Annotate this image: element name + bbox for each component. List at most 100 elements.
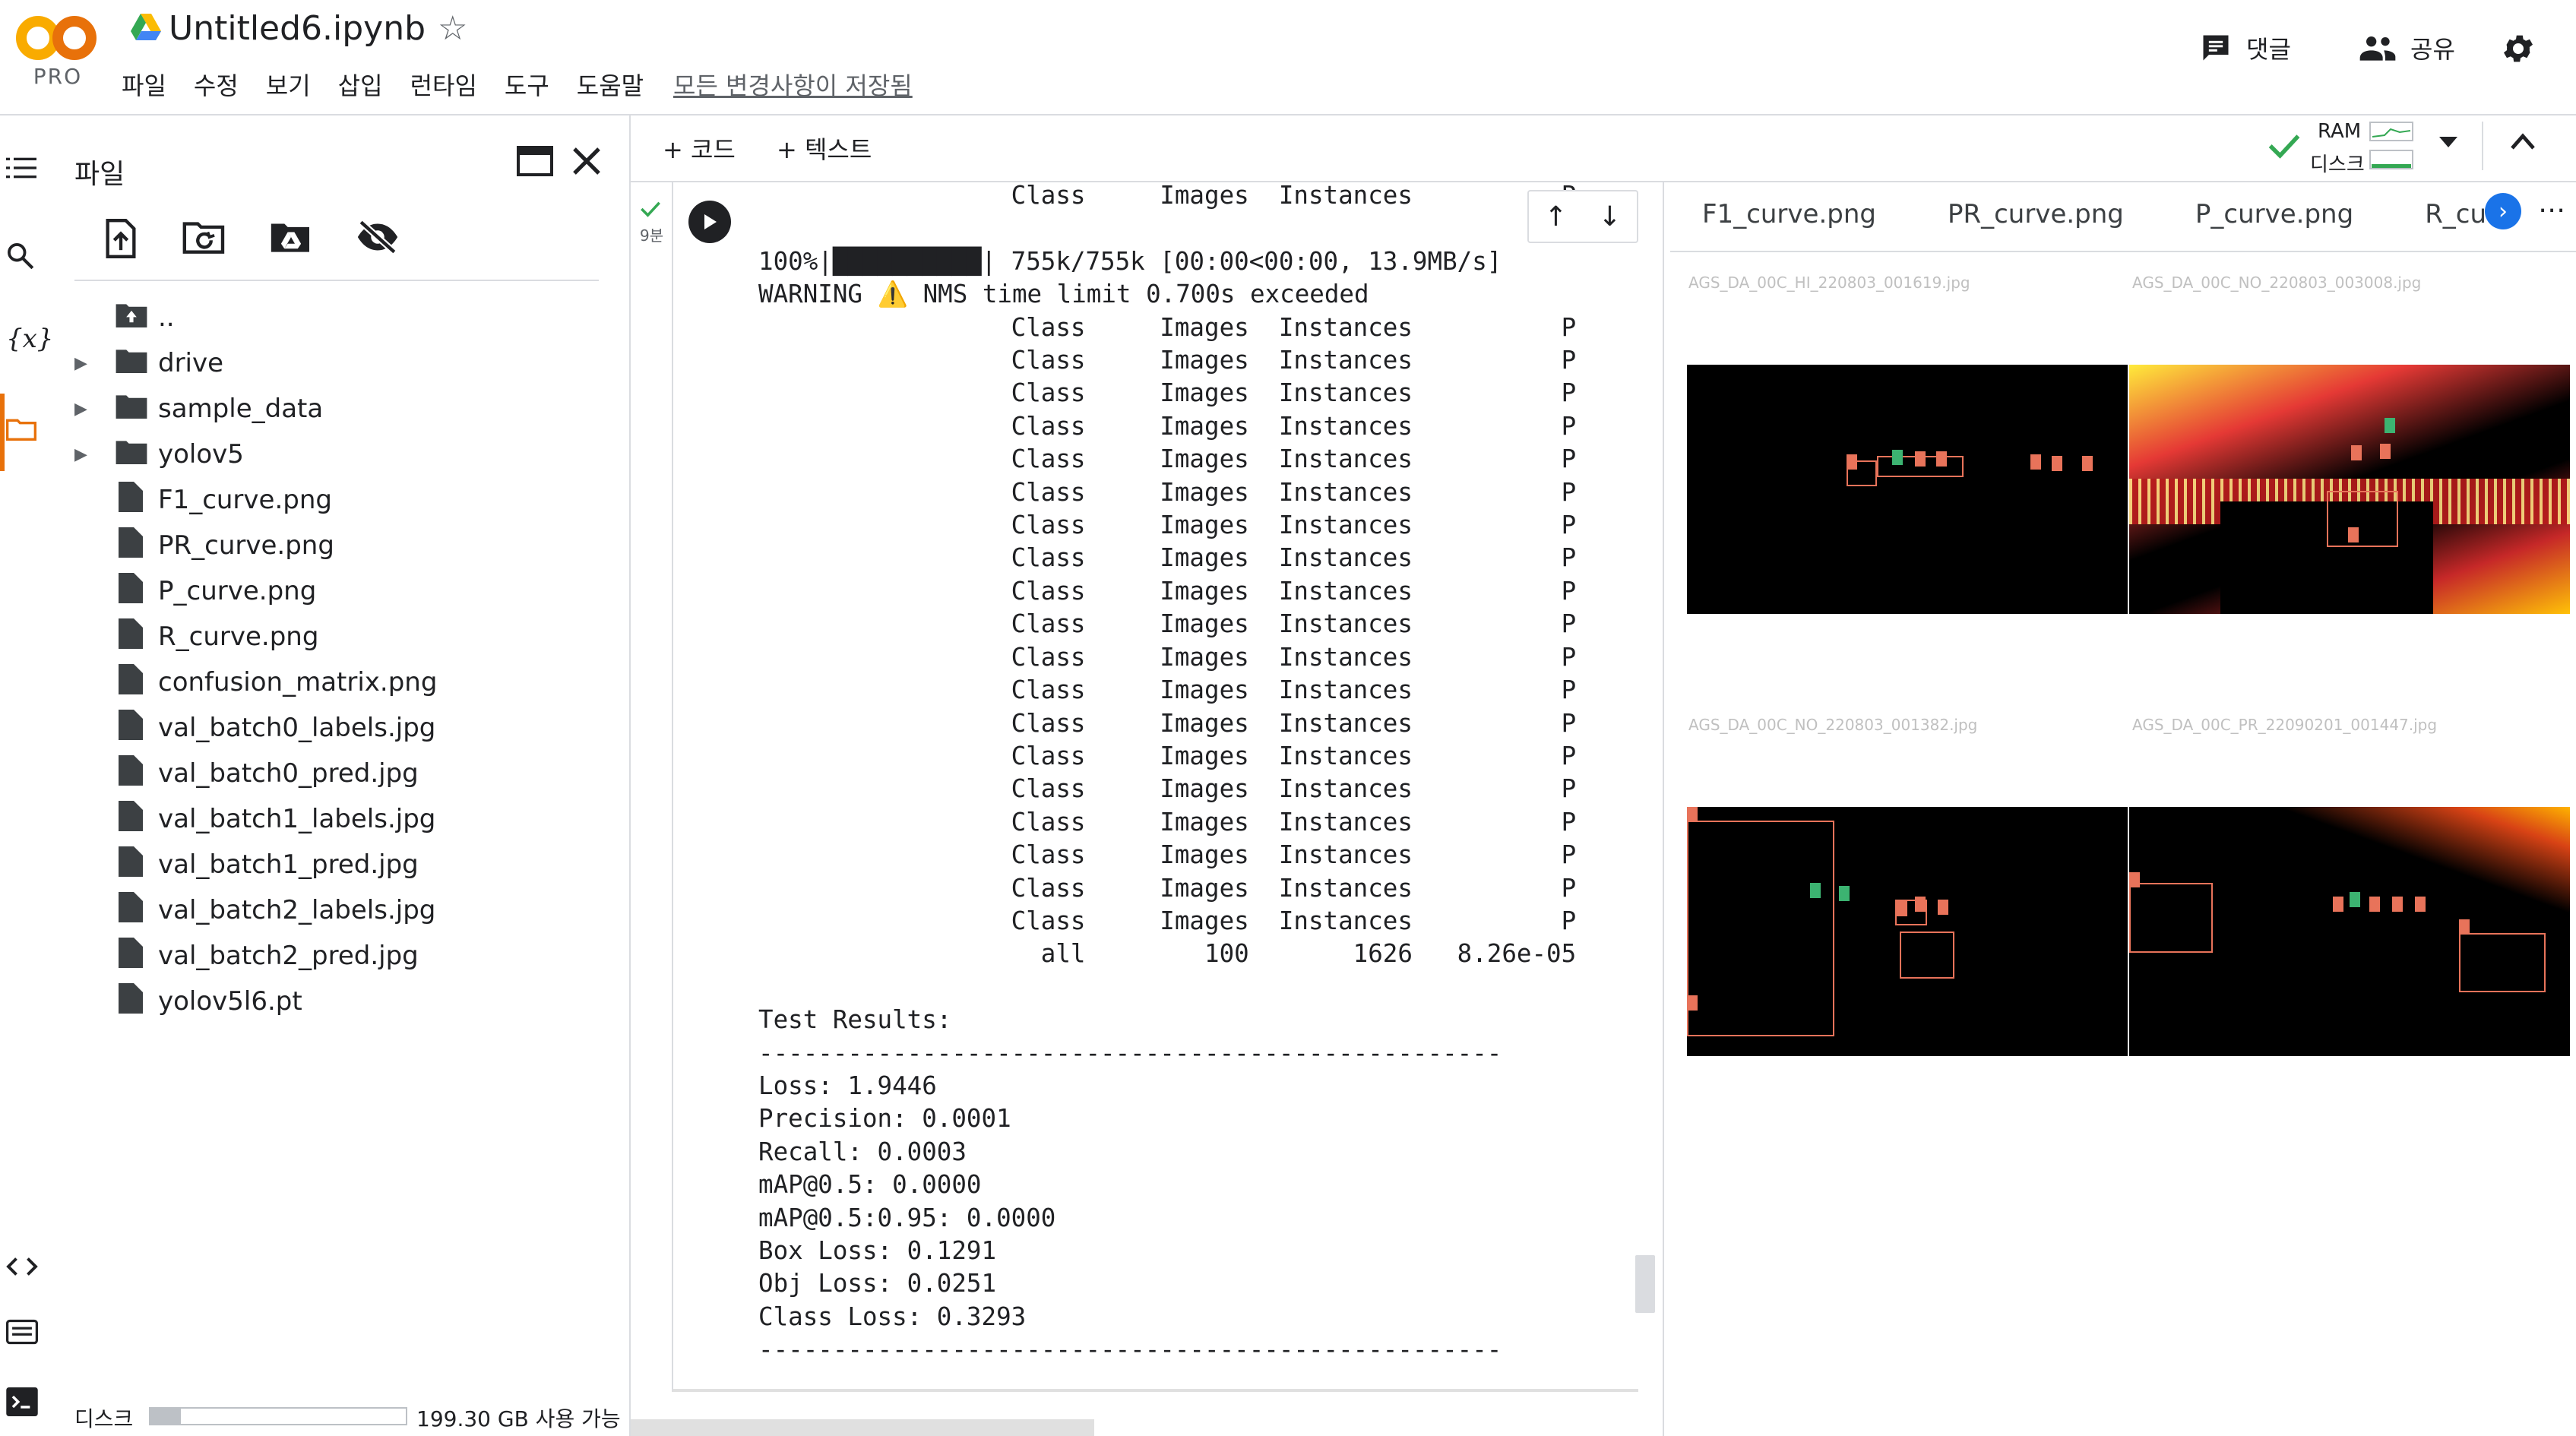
file-tree-item[interactable]: val_batch1_labels.jpg xyxy=(0,796,608,842)
disk-free-text: 199.30 GB 사용 가능 xyxy=(416,1406,621,1431)
box-label xyxy=(2392,897,2403,912)
detection-image[interactable] xyxy=(2129,807,2570,1056)
arrow-down-icon[interactable]: ↓ xyxy=(1598,201,1621,232)
refresh-folder-icon[interactable] xyxy=(182,219,226,255)
file-tree-item[interactable]: val_batch2_labels.jpg xyxy=(0,887,608,933)
folder-icon xyxy=(116,393,147,425)
file-icon xyxy=(119,481,143,519)
image-caption: AGS_DA_00C_PR_22090201_001447.jpg xyxy=(2132,716,2438,734)
comment-button[interactable]: 댓글 xyxy=(2199,30,2291,65)
comment-label: 댓글 xyxy=(2246,35,2291,64)
run-cell-button[interactable] xyxy=(688,201,731,243)
box-label xyxy=(1687,995,1698,1011)
menu-file[interactable]: 파일 xyxy=(122,67,166,102)
file-tree-item[interactable]: val_batch2_pred.jpg xyxy=(0,933,608,979)
file-tree-item-parent[interactable]: .. xyxy=(0,295,608,340)
header-divider xyxy=(0,114,2576,115)
add-text-button[interactable]: + 텍스트 xyxy=(777,131,872,166)
detection-image[interactable] xyxy=(1687,807,2128,1056)
play-icon xyxy=(704,214,717,229)
terminal-icon[interactable] xyxy=(6,1387,47,1416)
star-icon[interactable]: ☆ xyxy=(438,9,467,48)
viewer-tabs: F1_curve.png PR_curve.png P_curve.png R_… xyxy=(1702,199,2512,229)
box-label xyxy=(2380,444,2391,459)
hide-files-icon[interactable] xyxy=(356,219,400,255)
file-name: PR_curve.png xyxy=(158,530,334,561)
disk-resource-label: 디스크 xyxy=(2310,153,2365,176)
people-icon xyxy=(2359,33,2397,63)
box-label xyxy=(1810,883,1821,898)
mount-drive-icon[interactable] xyxy=(269,219,313,255)
output-scrollbar[interactable] xyxy=(1635,1255,1655,1313)
share-button[interactable]: 공유 xyxy=(2359,30,2455,65)
command-palette-icon[interactable] xyxy=(6,1319,47,1345)
more-options-icon[interactable]: ⋯ xyxy=(2538,195,2565,226)
close-icon[interactable] xyxy=(568,143,605,179)
file-tree-item[interactable]: P_curve.png xyxy=(0,568,608,614)
horizontal-scrollbar[interactable] xyxy=(631,1419,1094,1436)
notebook-title[interactable]: Untitled6.ipynb xyxy=(169,9,426,48)
chevron-up-icon[interactable] xyxy=(2509,131,2536,153)
file-tree-item[interactable]: R_curve.png xyxy=(0,614,608,659)
file-tree-item[interactable]: confusion_matrix.png xyxy=(0,659,608,705)
cell-output-text: Class Images Instances P 100%|██████████… xyxy=(758,181,1577,1365)
arrow-up-icon[interactable]: ↑ xyxy=(1544,201,1567,232)
file-tree-item[interactable]: val_batch0_pred.jpg xyxy=(0,751,608,796)
menu-tools[interactable]: 도구 xyxy=(505,67,549,102)
detection-image[interactable] xyxy=(1687,365,2128,614)
tab-f1-curve[interactable]: F1_curve.png xyxy=(1702,199,1876,229)
share-label: 공유 xyxy=(2410,35,2455,64)
ram-label: RAM xyxy=(2318,120,2362,143)
menu-help[interactable]: 도움말 xyxy=(577,67,644,102)
table-of-contents-icon[interactable] xyxy=(6,155,47,181)
search-icon[interactable] xyxy=(6,242,47,270)
file-icon xyxy=(119,754,143,792)
file-name: yolov5 xyxy=(158,439,244,470)
box-label xyxy=(2030,454,2041,470)
file-tree-item-yolov5[interactable]: ▶ yolov5 xyxy=(0,432,608,477)
menu-edit[interactable]: 수정 xyxy=(194,67,239,102)
box-label xyxy=(2333,897,2343,912)
resource-meters[interactable] xyxy=(2369,122,2415,172)
expand-arrow-icon[interactable]: ▶ xyxy=(74,445,87,464)
chevron-down-icon[interactable] xyxy=(2438,134,2459,149)
file-tree-item[interactable]: yolov5l6.pt xyxy=(0,979,608,1024)
tab-p-curve[interactable]: P_curve.png xyxy=(2195,199,2353,229)
upload-file-icon[interactable] xyxy=(103,219,138,258)
detection-image[interactable] xyxy=(2129,365,2570,614)
disk-usage-fill xyxy=(150,1409,181,1424)
image-caption: AGS_DA_00C_HI_220803_001619.jpg xyxy=(1688,274,1970,292)
chevron-right-icon[interactable]: › xyxy=(2485,193,2521,229)
file-tree-item[interactable]: val_batch1_pred.jpg xyxy=(0,842,608,887)
file-tree-item[interactable]: PR_curve.png xyxy=(0,523,608,568)
folder-icon xyxy=(116,347,147,380)
menu-bar: 파일 수정 보기 삽입 런타임 도구 도움말 xyxy=(122,67,644,102)
open-in-tab-icon[interactable] xyxy=(517,146,553,176)
settings-gear-icon[interactable] xyxy=(2500,30,2536,67)
save-status-link[interactable]: 모든 변경사항이 저장됨 xyxy=(673,67,913,102)
file-name: F1_curve.png xyxy=(158,485,332,515)
expand-arrow-icon[interactable]: ▶ xyxy=(74,354,87,373)
file-tree-item-sample-data[interactable]: ▶ sample_data xyxy=(0,386,608,432)
add-code-button[interactable]: + 코드 xyxy=(663,131,736,166)
file-name: val_batch0_labels.jpg xyxy=(158,713,436,743)
expand-arrow-icon[interactable]: ▶ xyxy=(74,400,87,419)
menu-insert[interactable]: 삽입 xyxy=(338,67,383,102)
box-label xyxy=(1847,454,1857,470)
bounding-box xyxy=(2129,883,2213,953)
box-label xyxy=(2385,418,2395,433)
file-tree-item[interactable]: val_batch0_labels.jpg xyxy=(0,705,608,751)
file-tree-item-drive[interactable]: ▶ drive xyxy=(0,340,608,386)
code-snippets-icon[interactable] xyxy=(6,1255,47,1278)
file-tree-item[interactable]: F1_curve.png xyxy=(0,477,608,523)
file-name: val_batch0_pred.jpg xyxy=(158,758,419,789)
file-name: sample_data xyxy=(158,394,324,424)
menu-view[interactable]: 보기 xyxy=(266,67,311,102)
file-icon xyxy=(119,663,143,701)
box-label xyxy=(1892,450,1903,465)
tab-pr-curve[interactable]: PR_curve.png xyxy=(1948,199,2124,229)
box-label xyxy=(1936,451,1947,467)
folder-icon xyxy=(116,438,147,471)
file-name: P_curve.png xyxy=(158,576,317,606)
menu-runtime[interactable]: 런타임 xyxy=(410,67,477,102)
